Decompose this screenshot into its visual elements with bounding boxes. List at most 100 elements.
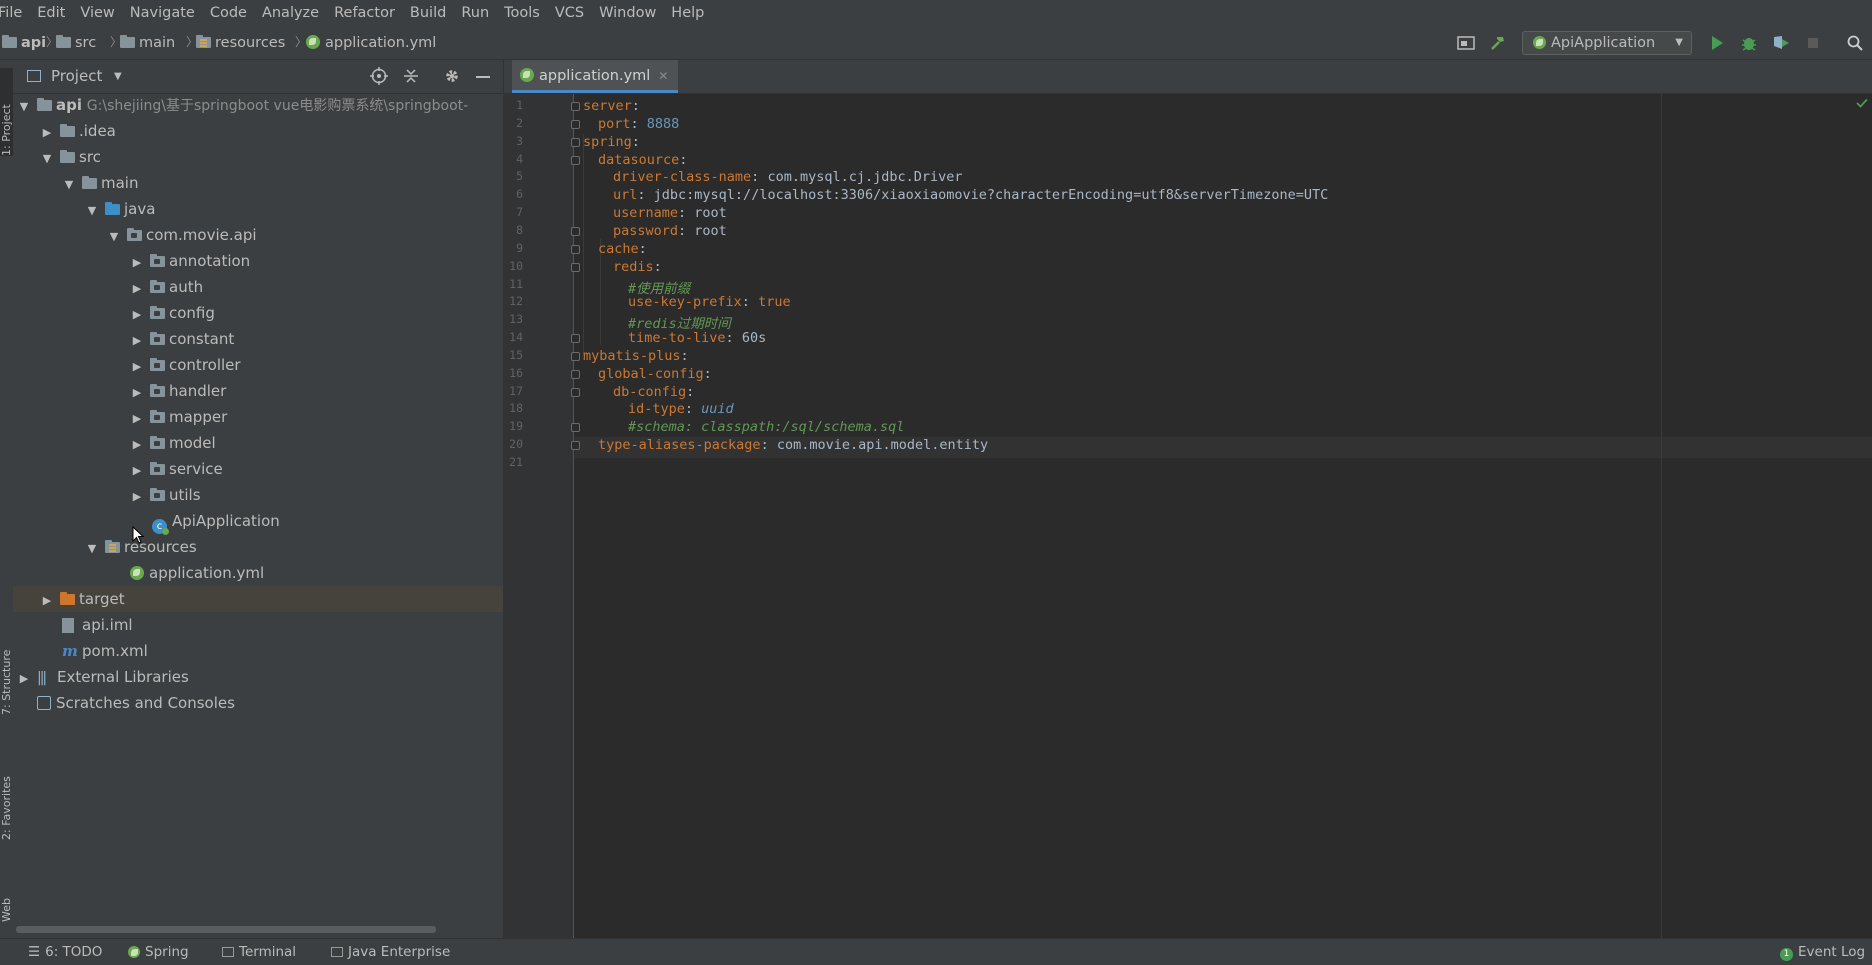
run-with-coverage-icon[interactable] xyxy=(1771,33,1791,53)
tab-label: 2: Favorites xyxy=(0,776,13,840)
tree-item-pom-xml[interactable]: m pom.xml xyxy=(13,638,503,664)
line-number: 20 xyxy=(509,437,523,452)
breadcrumb-resources[interactable]: resources xyxy=(196,27,285,59)
menu-run[interactable]: Run xyxy=(455,0,498,27)
tab-todo[interactable]: ☰ 6: TODO xyxy=(28,939,102,965)
fold-open-icon[interactable] xyxy=(571,262,580,272)
line-number: 16 xyxy=(509,365,523,380)
project-structure-icon[interactable] xyxy=(1456,33,1476,53)
project-panel-header: Project ▼ xyxy=(13,60,503,94)
tab-project[interactable]: 1: Project xyxy=(0,68,13,156)
menu-file[interactable]: File xyxy=(0,0,31,27)
fold-open-icon[interactable] xyxy=(571,351,580,361)
tab-label: Terminal xyxy=(239,944,297,960)
gear-icon[interactable] xyxy=(443,67,461,89)
fold-open-icon[interactable] xyxy=(571,155,580,165)
fold-close-icon[interactable] xyxy=(571,119,580,129)
tree-item-auth[interactable]: ▶ auth xyxy=(13,274,503,300)
search-icon[interactable] xyxy=(1845,33,1865,53)
tree-item-apiapplication[interactable]: c ApiApplication xyxy=(13,508,503,535)
tree-label: .idea xyxy=(79,122,116,140)
fold-close-icon[interactable] xyxy=(571,423,580,433)
mouse-cursor-icon xyxy=(132,526,144,544)
horizontal-scrollbar[interactable] xyxy=(16,926,436,933)
package-icon xyxy=(150,254,165,267)
tab-favorites[interactable]: 2: Favorites xyxy=(0,750,13,840)
tree-item-target[interactable]: ▶ target xyxy=(13,586,503,612)
tree-item-model[interactable]: ▶ model xyxy=(13,430,503,456)
tree-label: utils xyxy=(169,486,201,504)
tab-spring[interactable]: Spring xyxy=(128,939,189,965)
build-hammer-icon[interactable] xyxy=(1488,33,1508,53)
event-log-button[interactable]: 1 Event Log xyxy=(1780,939,1865,965)
tab-terminal[interactable]: Terminal xyxy=(222,939,296,965)
menu-build[interactable]: Build xyxy=(404,0,455,27)
tab-java-enterprise[interactable]: Java Enterprise xyxy=(331,939,450,965)
close-icon[interactable]: ✕ xyxy=(658,69,668,83)
yaml-key: global-config xyxy=(598,365,704,382)
fold-open-icon[interactable] xyxy=(571,137,580,147)
run-config-label: ApiApplication xyxy=(1551,35,1656,51)
breadcrumb-api[interactable]: api xyxy=(2,27,46,59)
tab-structure[interactable]: 7: Structure xyxy=(0,625,13,715)
expanded-arrow-icon: ▼ xyxy=(42,152,52,165)
menu-tools[interactable]: Tools xyxy=(498,0,549,27)
tree-item-constant[interactable]: ▶ constant xyxy=(13,326,503,352)
menu-analyze[interactable]: Analyze xyxy=(256,0,328,27)
stop-icon[interactable] xyxy=(1803,33,1823,53)
tree-item-idea[interactable]: ▶ .idea xyxy=(13,118,503,144)
breadcrumb-src[interactable]: src xyxy=(56,27,96,59)
tab-application-yml[interactable]: application.yml ✕ xyxy=(512,60,679,93)
fold-open-icon[interactable] xyxy=(571,387,580,397)
fold-open-icon[interactable] xyxy=(571,244,580,254)
tree-item-annotation[interactable]: ▶ annotation xyxy=(13,248,503,274)
tree-label: handler xyxy=(169,382,227,400)
menu-window[interactable]: Window xyxy=(593,0,665,27)
fold-close-icon[interactable] xyxy=(571,226,580,236)
menu-vcs[interactable]: VCS xyxy=(549,0,593,27)
tree-item-api-iml[interactable]: api.iml xyxy=(13,612,503,638)
run-icon[interactable] xyxy=(1707,33,1727,53)
hide-panel-icon[interactable] xyxy=(476,76,490,78)
menu-navigate[interactable]: Navigate xyxy=(124,0,204,27)
tab-web[interactable]: Web xyxy=(0,870,13,922)
tree-item-src[interactable]: ▼ src xyxy=(13,144,503,170)
collapsed-arrow-icon: ▶ xyxy=(132,256,142,269)
menu-help[interactable]: Help xyxy=(665,0,713,27)
chevron-down-icon[interactable]: ▼ xyxy=(114,60,122,93)
menu-edit[interactable]: Edit xyxy=(31,0,74,27)
breadcrumb-main[interactable]: main xyxy=(120,27,175,59)
collapse-all-icon[interactable] xyxy=(402,67,420,89)
menu-code[interactable]: Code xyxy=(204,0,256,27)
menu-view[interactable]: View xyxy=(74,0,123,27)
run-configuration-select[interactable]: ApiApplication ▼ xyxy=(1522,31,1692,55)
tree-item-config[interactable]: ▶ config xyxy=(13,300,503,326)
tab-label: Spring xyxy=(145,944,189,960)
fold-open-icon[interactable] xyxy=(571,369,580,379)
tree-item-service[interactable]: ▶ service xyxy=(13,456,503,482)
fold-close-icon[interactable] xyxy=(571,441,580,451)
tree-item-resources[interactable]: ▼ resources xyxy=(13,534,503,560)
tree-item-main[interactable]: ▼ main xyxy=(13,170,503,196)
tree-item-api[interactable]: ▼ api G:\shejiing\基于springboot vue电影购票系统\… xyxy=(13,94,503,118)
fold-open-icon[interactable] xyxy=(571,102,580,111)
tree-item-java[interactable]: ▼ java xyxy=(13,196,503,222)
menu-refactor[interactable]: Refactor xyxy=(328,0,404,27)
line-number: 14 xyxy=(509,330,523,345)
tree-item-scratches[interactable]: Scratches and Consoles xyxy=(13,690,503,716)
debug-icon[interactable] xyxy=(1739,33,1759,53)
code-editor[interactable]: 1 2 3 4 5 6 7 8 9 10 11 12 13 14 15 16 17 18 19 20 21 server… xyxy=(503,94,1872,938)
folder-icon xyxy=(120,35,135,48)
tree-item-controller[interactable]: ▶ controller xyxy=(13,352,503,378)
breadcrumb-file[interactable]: application.yml xyxy=(306,27,436,59)
tree-item-utils[interactable]: ▶ utils xyxy=(13,482,503,508)
tree-item-package[interactable]: ▼ com.movie.api xyxy=(13,222,503,248)
tree-item-mapper[interactable]: ▶ mapper xyxy=(13,404,503,430)
line-number: 18 xyxy=(509,401,523,416)
tree-item-handler[interactable]: ▶ handler xyxy=(13,378,503,404)
yaml-value: jdbc:mysql://localhost:3306/xiaoxiaomovi… xyxy=(653,187,1329,204)
tree-item-application-yml[interactable]: application.yml xyxy=(13,560,503,586)
tree-item-external-libraries[interactable]: ▶ ||| External Libraries xyxy=(13,664,503,690)
locate-file-icon[interactable] xyxy=(370,67,388,89)
fold-close-icon[interactable] xyxy=(571,334,580,344)
